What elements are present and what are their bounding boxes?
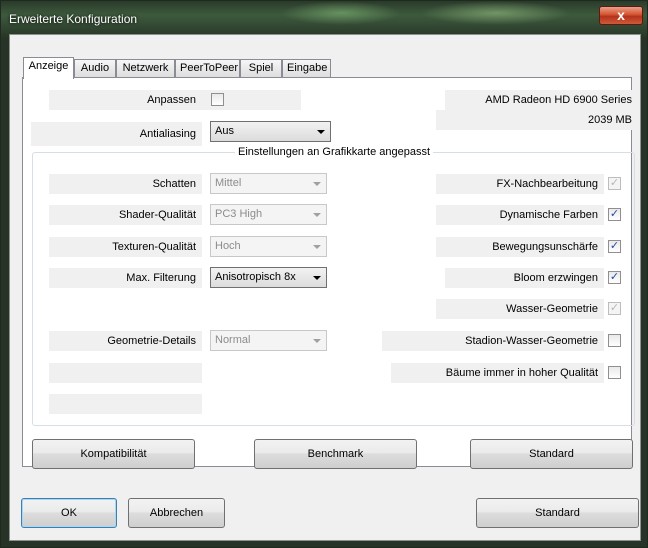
geometry-details-value: Normal [215, 334, 251, 346]
fx-postprocessing-label: FX-Nachbearbeitung [436, 174, 604, 194]
gpu-memory: 2039 MB [436, 110, 638, 130]
antialiasing-select[interactable]: Aus [210, 121, 331, 142]
dialog-standard-button[interactable]: Standard [476, 498, 639, 528]
window-title: Erweiterte Konfiguration [9, 12, 138, 26]
max-filtering-select[interactable]: Anisotropisch 8x [210, 267, 327, 288]
shader-quality-label: Shader-Qualität [49, 205, 202, 225]
panel-standard-button[interactable]: Standard [470, 439, 633, 469]
close-icon[interactable]: x [599, 6, 643, 25]
stadium-water-geometry-label: Stadion-Wasser-Geometrie [382, 331, 604, 351]
settings-group-title: Einstellungen an Grafikkarte angepasst [235, 144, 434, 160]
tab-spiel[interactable]: Spiel [240, 59, 282, 78]
cancel-button[interactable]: Abbrechen [128, 498, 225, 528]
trees-high-quality-checkbox[interactable] [608, 366, 621, 379]
dynamic-colors-checkbox[interactable]: ✓ [608, 208, 621, 221]
force-bloom-checkbox[interactable]: ✓ [608, 271, 621, 284]
title-glow-decoration [281, 1, 401, 25]
tab-eingabe[interactable]: Eingabe [282, 59, 331, 78]
dialog-window: Erweiterte Konfiguration x Anzeige Audio… [0, 0, 648, 548]
anpassen-label: Anpassen [49, 90, 202, 110]
chevron-down-icon [313, 182, 321, 186]
tab-audio[interactable]: Audio [74, 59, 116, 78]
water-geometry-label: Wasser-Geometrie [436, 299, 604, 319]
dynamic-colors-label: Dynamische Farben [436, 205, 604, 225]
max-filtering-label: Max. Filterung [49, 268, 202, 288]
motion-blur-checkbox[interactable]: ✓ [608, 240, 621, 253]
stadium-water-geometry-checkbox[interactable] [608, 334, 621, 347]
gpu-name: AMD Radeon HD 6900 Series [445, 90, 638, 110]
schatten-select[interactable]: Mittel [210, 173, 327, 194]
chevron-down-icon [313, 245, 321, 249]
title-bar[interactable]: Erweiterte Konfiguration x [1, 1, 648, 35]
geometry-details-label: Geometrie-Details [49, 331, 202, 351]
max-filtering-value: Anisotropisch 8x [215, 271, 296, 283]
geometry-details-select[interactable]: Normal [210, 330, 327, 351]
texture-quality-select[interactable]: Hoch [210, 236, 327, 257]
antialiasing-label: Antialiasing [31, 122, 202, 146]
compatibility-button[interactable]: Kompatibilität [32, 439, 195, 469]
empty-label-slot [49, 394, 202, 414]
empty-label-slot [49, 363, 202, 383]
fx-postprocessing-checkbox[interactable]: ✓ [608, 177, 621, 190]
motion-blur-label: Bewegungsunschärfe [436, 237, 604, 257]
texture-quality-value: Hoch [215, 240, 241, 252]
force-bloom-label: Bloom erzwingen [445, 268, 604, 288]
trees-high-quality-label: Bäume immer in hoher Qualität [391, 363, 604, 383]
dialog-client-area: Anzeige Audio Netzwerk PeerToPeer Spiel … [9, 34, 641, 541]
water-geometry-checkbox[interactable]: ✓ [608, 302, 621, 315]
chevron-down-icon [313, 339, 321, 343]
tab-peertopeer[interactable]: PeerToPeer [175, 59, 240, 78]
tab-anzeige[interactable]: Anzeige [23, 57, 74, 79]
texture-quality-label: Texturen-Qualität [49, 237, 202, 257]
benchmark-button[interactable]: Benchmark [254, 439, 417, 469]
tab-panel-anzeige: Anpassen Antialiasing Aus AMD Radeon HD … [22, 77, 638, 469]
antialiasing-value: Aus [215, 125, 234, 137]
anpassen-checkbox[interactable] [211, 93, 224, 106]
title-glow-decoration [421, 1, 571, 25]
shader-quality-select[interactable]: PC3 High [210, 204, 327, 225]
schatten-value: Mittel [215, 177, 242, 189]
chevron-down-icon [313, 213, 321, 217]
tab-netzwerk[interactable]: Netzwerk [116, 59, 175, 78]
chevron-down-icon [313, 276, 321, 280]
ok-button[interactable]: OK [21, 498, 117, 528]
shader-quality-value: PC3 High [215, 208, 263, 220]
schatten-label: Schatten [49, 174, 202, 194]
chevron-down-icon [317, 130, 325, 134]
